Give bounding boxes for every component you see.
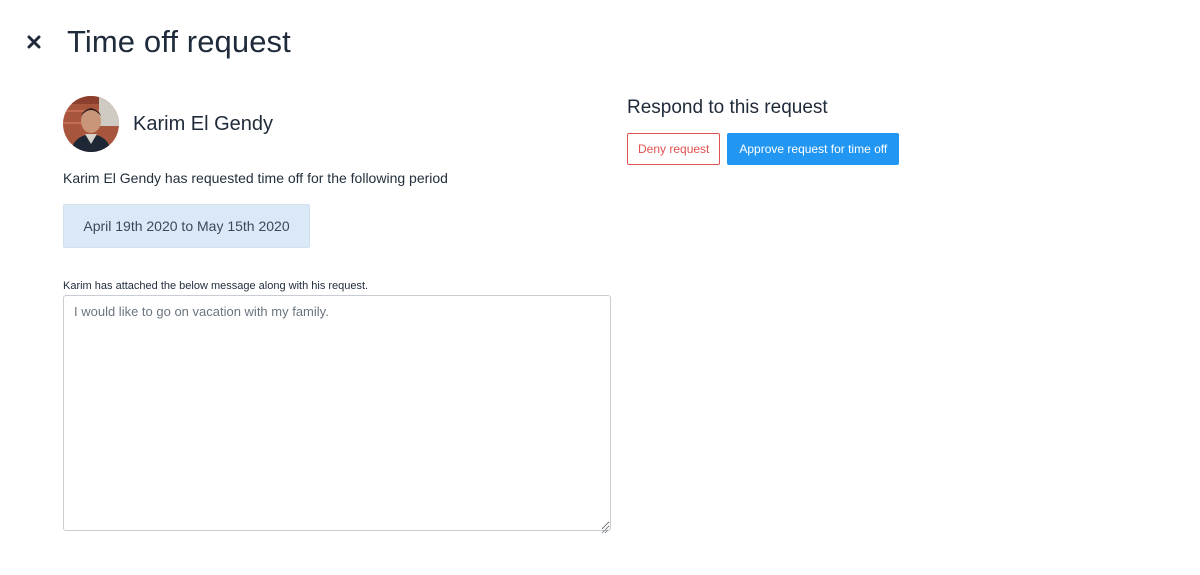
approve-request-button[interactable]: Approve request for time off: [727, 133, 900, 165]
request-period-text: April 19th 2020 to May 15th 2020: [83, 218, 290, 234]
request-description: Karim El Gendy has requested time off fo…: [63, 170, 448, 186]
close-button[interactable]: [22, 30, 46, 54]
requester-row: Karim El Gendy: [63, 96, 613, 152]
deny-request-button[interactable]: Deny request: [627, 133, 721, 165]
request-details: Karim El Gendy Karim El Gendy has reques…: [63, 96, 613, 536]
message-label: Karim has attached the below message alo…: [63, 280, 369, 292]
close-icon: [27, 35, 41, 49]
time-off-request-page: Time off request Karim El Gendy Karim El: [0, 0, 1200, 575]
avatar: [63, 96, 119, 152]
request-period: April 19th 2020 to May 15th 2020: [63, 204, 310, 248]
message-wrapper: I would like to go on vacation with my f…: [63, 292, 611, 536]
resize-handle-icon[interactable]: [600, 525, 609, 534]
response-buttons: Deny request Approve request for time of…: [627, 133, 900, 165]
page-title: Time off request: [67, 24, 291, 59]
message-field[interactable]: I would like to go on vacation with my f…: [63, 295, 611, 531]
requester-name: Karim El Gendy: [133, 112, 274, 135]
page-header: Time off request: [22, 22, 291, 62]
respond-section: Respond to this request Deny request App…: [627, 96, 900, 165]
user-avatar-icon: [63, 96, 119, 152]
respond-title: Respond to this request: [627, 97, 828, 118]
